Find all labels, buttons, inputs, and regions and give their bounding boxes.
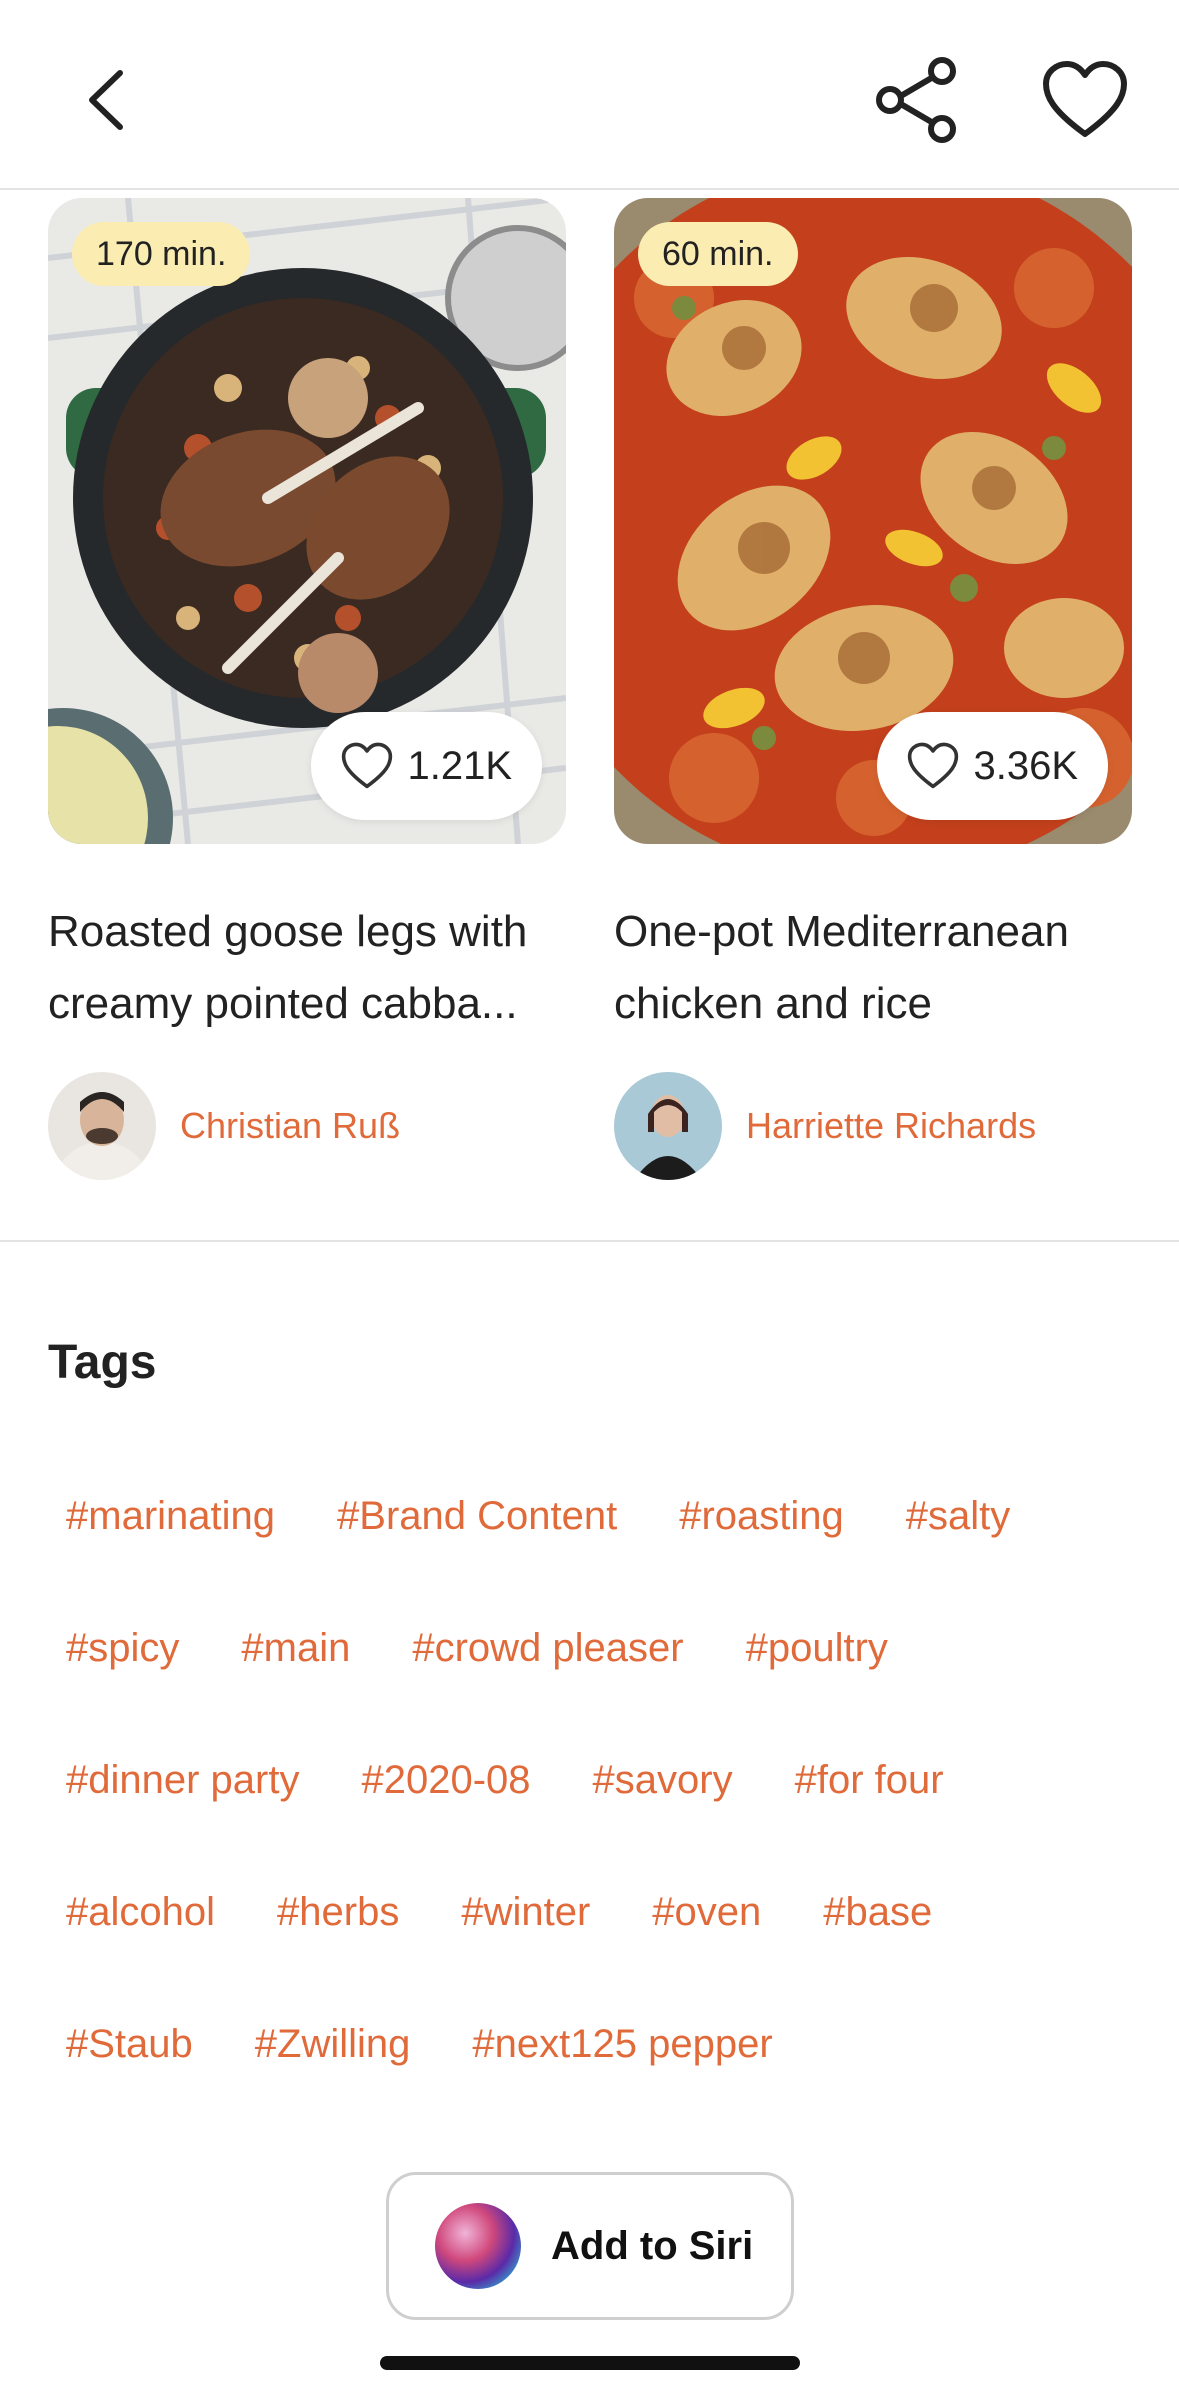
tag-chip[interactable]: #crowd pleaser xyxy=(394,1586,701,1718)
tag-chip[interactable]: #Brand Content xyxy=(319,1454,635,1586)
tag-chip[interactable]: #next125 pepper xyxy=(454,1982,790,2114)
recipe-title[interactable]: One-pot Mediterranean chicken and rice xyxy=(614,896,1132,1040)
recipe-image[interactable]: 170 min. 1.21K xyxy=(48,198,566,844)
author-name[interactable]: Harriette Richards xyxy=(746,1105,1036,1147)
add-to-siri-label: Add to Siri xyxy=(551,2223,754,2268)
section-divider xyxy=(0,1240,1179,1242)
back-button[interactable] xyxy=(60,50,150,150)
avatar xyxy=(48,1072,156,1180)
tag-chip[interactable]: #base xyxy=(805,1850,950,1982)
author-row[interactable]: Christian Ruß xyxy=(48,1072,566,1180)
top-navigation-bar xyxy=(0,0,1179,190)
tag-chip[interactable]: #for four xyxy=(777,1718,962,1850)
heart-outline-icon xyxy=(1043,61,1127,137)
tag-chip[interactable]: #roasting xyxy=(661,1454,862,1586)
tag-chip[interactable]: #2020-08 xyxy=(343,1718,548,1850)
favorite-button[interactable] xyxy=(1030,45,1140,155)
tag-chip[interactable]: #winter xyxy=(443,1850,608,1982)
tags-list: #marinating #Brand Content #roasting #salty… xyxy=(48,1454,1148,2114)
like-button[interactable]: 3.36K xyxy=(877,712,1108,820)
cook-time-badge: 60 min. xyxy=(638,222,798,286)
tag-chip[interactable]: #Staub xyxy=(48,1982,211,2114)
tag-chip[interactable]: #salty xyxy=(888,1454,1029,1586)
recipe-card[interactable]: 170 min. 1.21K Roasted goose legs with c… xyxy=(48,198,566,1180)
like-count: 1.21K xyxy=(407,743,512,788)
tag-chip[interactable]: #marinating xyxy=(48,1454,293,1586)
tag-chip[interactable]: #savory xyxy=(575,1718,751,1850)
siri-icon xyxy=(435,2203,521,2289)
tag-chip[interactable]: #poultry xyxy=(728,1586,906,1718)
tags-heading: Tags xyxy=(48,1336,157,1389)
tag-chip[interactable]: #dinner party xyxy=(48,1718,317,1850)
recipe-title[interactable]: Roasted goose legs with creamy pointed c… xyxy=(48,896,566,1040)
heart-outline-icon xyxy=(908,742,959,789)
tag-chip[interactable]: #oven xyxy=(634,1850,779,1982)
heart-outline-icon xyxy=(342,742,393,789)
recipe-image[interactable]: 60 min. 3.36K xyxy=(614,198,1132,844)
author-name[interactable]: Christian Ruß xyxy=(180,1105,400,1147)
add-to-siri-button[interactable]: Add to Siri xyxy=(386,2172,794,2320)
share-button[interactable] xyxy=(862,45,972,155)
chevron-left-icon xyxy=(89,70,123,130)
tag-chip[interactable]: #herbs xyxy=(259,1850,417,1982)
cook-time-badge: 170 min. xyxy=(72,222,251,286)
share-icon xyxy=(876,57,956,143)
like-count: 3.36K xyxy=(973,743,1078,788)
author-row[interactable]: Harriette Richards xyxy=(614,1072,1132,1180)
avatar xyxy=(614,1072,722,1180)
tag-chip[interactable]: #alcohol xyxy=(48,1850,233,1982)
home-indicator xyxy=(380,2356,800,2370)
like-button[interactable]: 1.21K xyxy=(311,712,542,820)
tag-chip[interactable]: #Zwilling xyxy=(237,1982,429,2114)
tag-chip[interactable]: #spicy xyxy=(48,1586,197,1718)
recipe-card[interactable]: 60 min. 3.36K One-pot Mediterranean chic… xyxy=(614,198,1132,1180)
tag-chip[interactable]: #main xyxy=(223,1586,368,1718)
